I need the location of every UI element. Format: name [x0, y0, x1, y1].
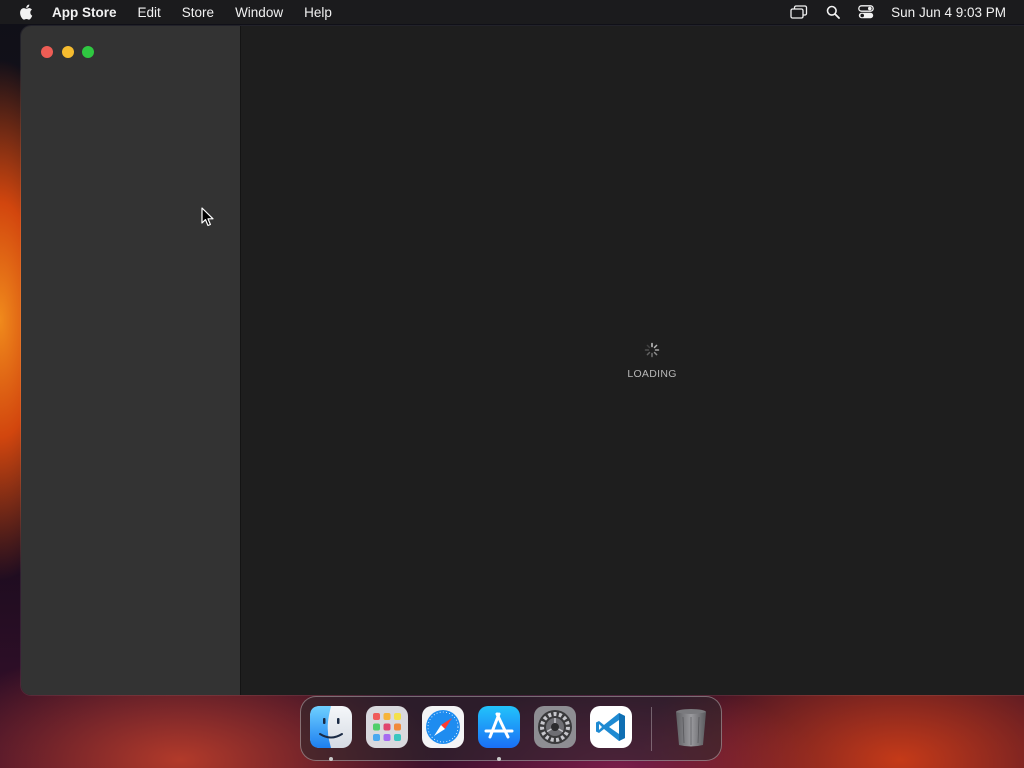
app-store-icon[interactable]: [477, 705, 521, 749]
dock-separator: [651, 707, 652, 751]
app-store-running-indicator: [497, 757, 501, 761]
loading-indicator: LOADING: [627, 342, 677, 382]
menu-store[interactable]: Store: [182, 5, 214, 20]
window-controls: [41, 46, 103, 58]
spinner-icon: [644, 342, 660, 358]
menu-help[interactable]: Help: [304, 5, 332, 20]
sidebar: [21, 26, 241, 695]
control-center-icon[interactable]: [858, 5, 875, 19]
close-button[interactable]: [41, 46, 53, 58]
system-settings-icon[interactable]: [533, 705, 577, 749]
menubar-clock[interactable]: Sun Jun 4 9:03 PM: [891, 5, 1006, 20]
safari-icon[interactable]: [421, 705, 465, 749]
vscode-icon[interactable]: [589, 705, 633, 749]
apple-menu-icon[interactable]: [19, 4, 33, 20]
minimize-button[interactable]: [61, 46, 74, 58]
launchpad-icon[interactable]: [365, 705, 409, 749]
dock: [300, 696, 722, 761]
menu-bar: App Store Edit Store Window Help Sun Jun: [0, 0, 1024, 24]
mouse-cursor-icon: [201, 207, 214, 227]
menu-window[interactable]: Window: [235, 5, 283, 20]
trash-icon[interactable]: [669, 705, 713, 749]
menu-app-name[interactable]: App Store: [52, 5, 117, 20]
app-store-window: LOADING: [21, 26, 1024, 695]
search-icon[interactable]: [826, 5, 841, 19]
zoom-button[interactable]: [82, 46, 94, 58]
menubar-status-area: Sun Jun 4 9:03 PM: [772, 0, 1006, 24]
finder-running-indicator: [329, 757, 333, 761]
menu-edit[interactable]: Edit: [138, 5, 161, 20]
screen-mirroring-icon[interactable]: [790, 5, 808, 19]
main-content: LOADING: [241, 26, 1024, 695]
loading-label: LOADING: [627, 368, 677, 380]
finder-icon[interactable]: [309, 705, 353, 749]
